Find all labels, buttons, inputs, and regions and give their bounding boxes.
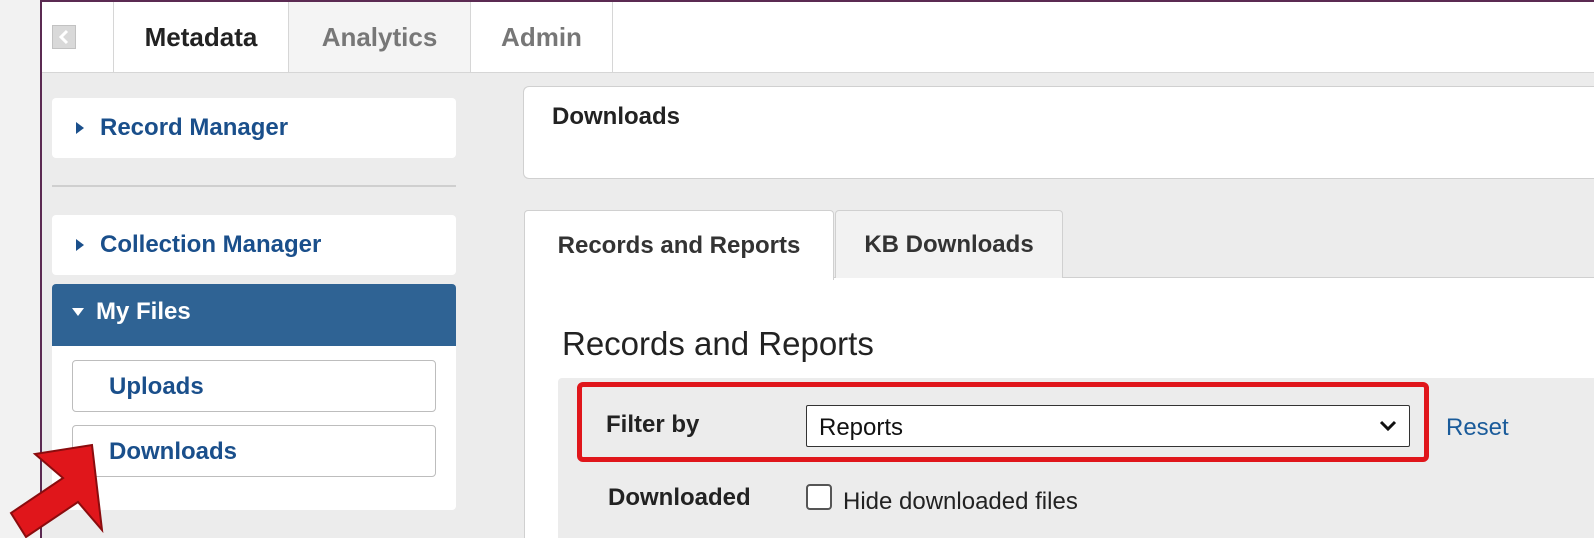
tab-records-and-reports[interactable]: Records and Reports <box>524 210 834 280</box>
downloads-label: Downloads <box>109 438 238 465</box>
red-arrow-icon <box>9 443 104 538</box>
downloaded-label: Downloaded <box>608 484 751 511</box>
tab-analytics[interactable]: Analytics <box>289 2 471 72</box>
section-title: Records and Reports <box>562 325 874 362</box>
uploads-button[interactable]: Uploads <box>72 360 436 412</box>
page-title: Downloads <box>552 103 681 130</box>
tab-admin[interactable]: Admin <box>471 2 613 72</box>
caret-right-icon <box>76 122 84 134</box>
caret-right-icon <box>76 239 84 251</box>
caret-down-icon <box>72 308 84 316</box>
sidebar-item-my-files[interactable]: My Files <box>52 284 456 346</box>
sidebar-divider <box>52 185 456 187</box>
tab-kb-downloads[interactable]: KB Downloads <box>835 210 1063 278</box>
downloads-button[interactable]: Downloads <box>72 425 436 477</box>
page-header: Downloads <box>523 86 1594 179</box>
chevron-left-icon <box>58 29 69 45</box>
highlight-box <box>577 382 1429 462</box>
reset-link[interactable]: Reset <box>1446 414 1509 442</box>
collapse-sidebar-button[interactable] <box>52 25 76 49</box>
sidebar-item-label: Record Manager <box>100 114 289 141</box>
hide-downloaded-label[interactable]: Hide downloaded files <box>843 488 1078 516</box>
sidebar-item-label: My Files <box>96 298 191 325</box>
hide-downloaded-checkbox[interactable] <box>806 484 832 510</box>
sidebar-item-label: Collection Manager <box>100 231 322 258</box>
tab-metadata[interactable]: Metadata <box>114 2 289 72</box>
uploads-label: Uploads <box>109 373 204 400</box>
sidebar-item-collection-manager[interactable]: Collection Manager <box>52 215 456 275</box>
sidebar-item-record-manager[interactable]: Record Manager <box>52 98 456 158</box>
